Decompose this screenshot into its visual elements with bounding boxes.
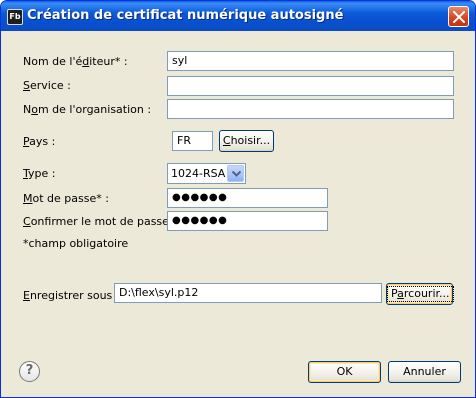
- title-bar[interactable]: Fb Création de certificat numérique auto…: [1, 1, 475, 31]
- window-title: Création de certificat numérique autosig…: [27, 8, 344, 23]
- password-field[interactable]: ●●●●●●: [167, 188, 328, 208]
- publisher-label: Nom de l'éditeur* :: [23, 55, 128, 68]
- type-label: Type :: [23, 167, 56, 180]
- type-select-value: 1024-RSA: [171, 167, 226, 180]
- dialog-window: Fb Création de certificat numérique auto…: [0, 0, 476, 398]
- dialog-body: Nom de l'éditeur* : syl Service : Nom de…: [4, 31, 472, 395]
- publisher-field[interactable]: syl: [167, 51, 454, 71]
- browse-button[interactable]: Parcourir...: [386, 283, 454, 305]
- ok-button[interactable]: OK: [308, 361, 381, 383]
- service-field[interactable]: [167, 76, 454, 96]
- country-label: Pays :: [23, 135, 56, 148]
- save-path-field[interactable]: D:\flex\syl.p12: [114, 283, 382, 303]
- service-label: Service :: [23, 79, 71, 92]
- chevron-down-icon: [232, 171, 241, 177]
- confirm-password-label: Confirmer le mot de passe* :: [23, 215, 182, 228]
- close-icon: [453, 11, 465, 23]
- organization-field[interactable]: [167, 99, 454, 119]
- confirm-password-field[interactable]: ●●●●●●: [167, 211, 328, 231]
- app-icon: Fb: [7, 9, 23, 25]
- dropdown-arrow[interactable]: [227, 165, 244, 182]
- type-select[interactable]: 1024-RSA: [167, 163, 246, 184]
- country-field[interactable]: FR: [172, 131, 213, 151]
- close-button[interactable]: [448, 6, 469, 27]
- required-note: *champ obligatoire: [23, 237, 129, 250]
- save-as-label: Enregistrer sous :: [23, 289, 120, 302]
- help-icon[interactable]: ?: [19, 361, 40, 382]
- password-label: Mot de passe* :: [23, 192, 109, 205]
- organization-label: Nom de l'organisation :: [23, 103, 152, 116]
- cancel-button[interactable]: Annuler: [388, 361, 461, 383]
- choose-country-button[interactable]: Choisir...: [219, 130, 274, 152]
